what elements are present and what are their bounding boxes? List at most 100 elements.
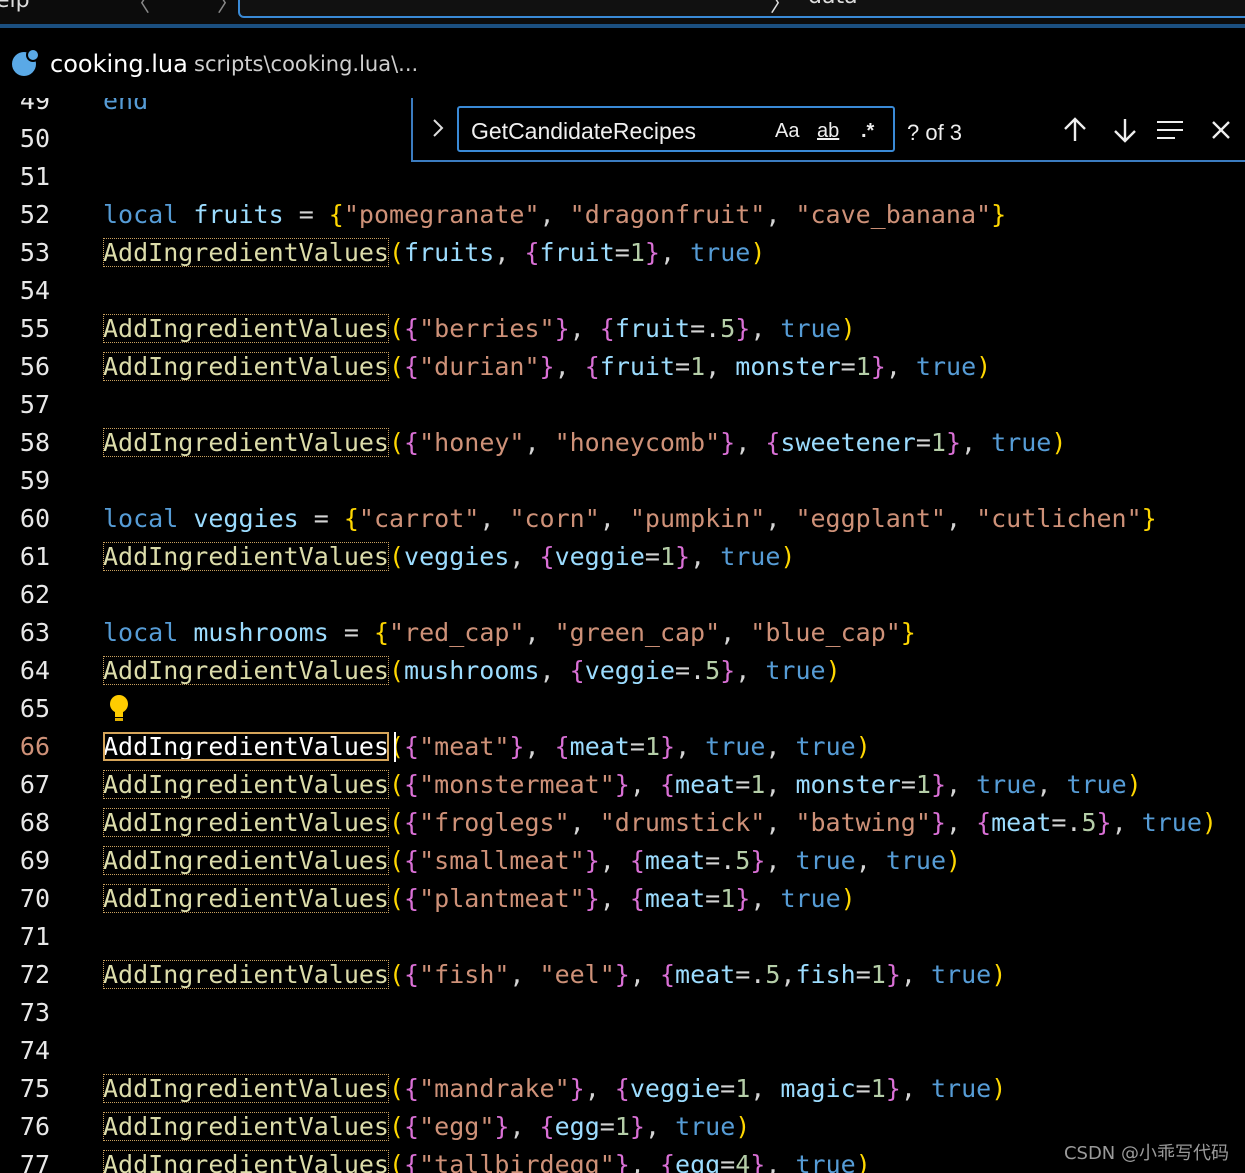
line-number: 77 <box>19 1150 50 1173</box>
code-token: = <box>629 732 645 761</box>
code-text[interactable]: AddIngredientValues(veggies, {veggie=1},… <box>103 538 795 576</box>
code-token: , <box>855 846 886 875</box>
code-token: { <box>404 428 420 457</box>
code-token: fruit <box>614 314 691 343</box>
code-text[interactable]: AddIngredientValues({"honey", "honeycomb… <box>103 424 1066 462</box>
code-line[interactable]: 56 AddIngredientValues({"durian"}, {fruit… <box>0 348 1245 386</box>
menu-help[interactable]: elp <box>0 0 30 13</box>
code-line[interactable]: 76 AddIngredientValues({"egg"}, {egg=1}, … <box>0 1108 1245 1146</box>
code-text[interactable]: AddIngredientValues({"durian"}, {fruit=1… <box>103 348 991 386</box>
code-text[interactable]: local fruits = {"pomegranate", "dragonfr… <box>103 196 1006 234</box>
code-line[interactable]: 73 <box>0 994 1245 1032</box>
code-token: { <box>404 960 420 989</box>
code-token: , <box>750 1074 781 1103</box>
match-case-toggle[interactable]: Aa <box>775 120 799 143</box>
code-token: "meat" <box>419 732 510 761</box>
command-center[interactable] <box>238 0 1245 18</box>
code-token: ) <box>750 238 766 267</box>
code-line[interactable]: 61 AddIngredientValues(veggies, {veggie=1… <box>0 538 1245 576</box>
code-token: , <box>690 542 721 571</box>
line-number: 57 <box>19 390 50 419</box>
find-input[interactable]: GetCandidateRecipes Aa ab .* <box>457 106 895 152</box>
code-line[interactable]: 66 AddIngredientValues({"meat"}, {meat=1}… <box>0 728 1245 766</box>
code-line[interactable]: 60 local veggies = {"carrot", "corn", "pu… <box>0 500 1245 538</box>
code-line[interactable]: 75 AddIngredientValues({"mandrake"}, {veg… <box>0 1070 1245 1108</box>
arrow-down-icon[interactable] <box>1111 116 1139 144</box>
code-token: , <box>629 1150 660 1173</box>
function-call: AddIngredientValues <box>103 656 389 685</box>
code-line[interactable]: 53 AddIngredientValues(fruits, {fruit=1},… <box>0 234 1245 272</box>
code-text[interactable]: AddIngredientValues({"egg"}, {egg=1}, tr… <box>103 1108 750 1146</box>
code-token: "eggplant" <box>795 504 946 533</box>
code-line[interactable]: 64 AddIngredientValues(mushrooms, {veggie… <box>0 652 1245 690</box>
line-number: 63 <box>19 618 50 647</box>
code-line[interactable]: 58 AddIngredientValues({"honey", "honeyco… <box>0 424 1245 462</box>
code-text[interactable]: AddIngredientValues({"tallbirdegg"}, {eg… <box>103 1146 871 1173</box>
code-text[interactable]: AddIngredientValues({"mandrake"}, {veggi… <box>103 1070 1006 1108</box>
code-line[interactable]: 74 <box>0 1032 1245 1070</box>
code-token: { <box>629 846 645 875</box>
code-line[interactable]: 57 <box>0 386 1245 424</box>
code-text[interactable]: AddIngredientValues({"froglegs", "drumst… <box>103 804 1217 842</box>
code-token: veggies <box>404 542 510 571</box>
tab-filename[interactable]: cooking.lua <box>50 50 188 78</box>
code-token: = <box>855 960 871 989</box>
code-text[interactable]: end <box>103 98 148 120</box>
close-icon[interactable] <box>1209 116 1237 144</box>
lightbulb-icon[interactable] <box>108 694 130 722</box>
code-line[interactable]: 51 <box>0 158 1245 196</box>
code-token: , <box>750 314 781 343</box>
whole-word-toggle[interactable]: ab <box>817 120 839 143</box>
code-token: local <box>103 618 179 647</box>
function-call: AddIngredientValues <box>103 770 389 799</box>
editor-tab[interactable]: cooking.lua scripts\cooking.lua\... <box>0 28 1245 98</box>
code-token: egg <box>675 1150 721 1173</box>
code-text[interactable]: AddIngredientValues({"monstermeat"}, {me… <box>103 766 1142 804</box>
code-line[interactable]: 72 AddIngredientValues({"fish", "eel"}, {… <box>0 956 1245 994</box>
code-text[interactable]: AddIngredientValues({"plantmeat"}, {meat… <box>103 880 856 918</box>
code-token: { <box>404 808 420 837</box>
code-line[interactable]: 68 AddIngredientValues({"froglegs", "drum… <box>0 804 1245 842</box>
command-center-chevron: 〉 <box>770 0 793 17</box>
code-line[interactable]: 59 <box>0 462 1245 500</box>
code-line[interactable]: 65 <box>0 690 1245 728</box>
code-line[interactable]: 55 AddIngredientValues({"berries"}, {frui… <box>0 310 1245 348</box>
chevron-right-icon[interactable] <box>431 116 445 146</box>
code-line[interactable]: 67 AddIngredientValues({"monstermeat"}, {… <box>0 766 1245 804</box>
find-in-selection-icon[interactable] <box>1155 116 1183 144</box>
code-editor[interactable]: 49 end 50 51 52 local fruits = {"pomegranate"… <box>0 98 1245 1173</box>
code-text[interactable]: AddIngredientValues({"smallmeat"}, {meat… <box>103 842 961 880</box>
regex-toggle[interactable]: .* <box>861 120 874 143</box>
code-token: , <box>900 1074 931 1103</box>
code-token: , <box>900 960 931 989</box>
code-line[interactable]: 63 local mushrooms = {"red_cap", "green_c… <box>0 614 1245 652</box>
code-line[interactable]: 71 <box>0 918 1245 956</box>
code-text[interactable]: AddIngredientValues(fruits, {fruit=1}, t… <box>103 234 765 272</box>
code-token: "monstermeat" <box>419 770 615 799</box>
code-line[interactable]: 77 AddIngredientValues({"tallbirdegg"}, {… <box>0 1146 1245 1173</box>
code-token: true <box>976 770 1037 799</box>
code-token: , <box>659 238 691 267</box>
code-token: 5 <box>720 314 736 343</box>
code-text[interactable]: AddIngredientValues({"meat"}, {meat=1}, … <box>103 728 871 766</box>
code-text[interactable]: AddIngredientValues(mushrooms, {veggie=.… <box>103 652 841 690</box>
code-text[interactable]: local veggies = {"carrot", "corn", "pump… <box>103 500 1157 538</box>
code-line[interactable]: 62 <box>0 576 1245 614</box>
code-token: "pumpkin" <box>629 504 766 533</box>
code-text[interactable]: AddIngredientValues({"berries"}, {fruit=… <box>103 310 856 348</box>
code-text[interactable]: local mushrooms = {"red_cap", "green_cap… <box>103 614 916 652</box>
code-token: } <box>991 200 1007 229</box>
code-line[interactable]: 52 local fruits = {"pomegranate", "dragon… <box>0 196 1245 234</box>
line-number: 58 <box>19 428 50 457</box>
code-text[interactable]: AddIngredientValues({"fish", "eel"}, {me… <box>103 956 1006 994</box>
arrow-up-icon[interactable] <box>1061 116 1089 144</box>
code-token: { <box>584 352 600 381</box>
code-token: } <box>660 732 676 761</box>
code-token: ( <box>388 428 405 457</box>
code-line[interactable]: 54 <box>0 272 1245 310</box>
code-line[interactable]: 69 AddIngredientValues({"smallmeat"}, {me… <box>0 842 1245 880</box>
code-line[interactable]: 70 AddIngredientValues({"plantmeat"}, {me… <box>0 880 1245 918</box>
code-token: { <box>569 656 585 685</box>
code-token: true <box>690 238 751 267</box>
